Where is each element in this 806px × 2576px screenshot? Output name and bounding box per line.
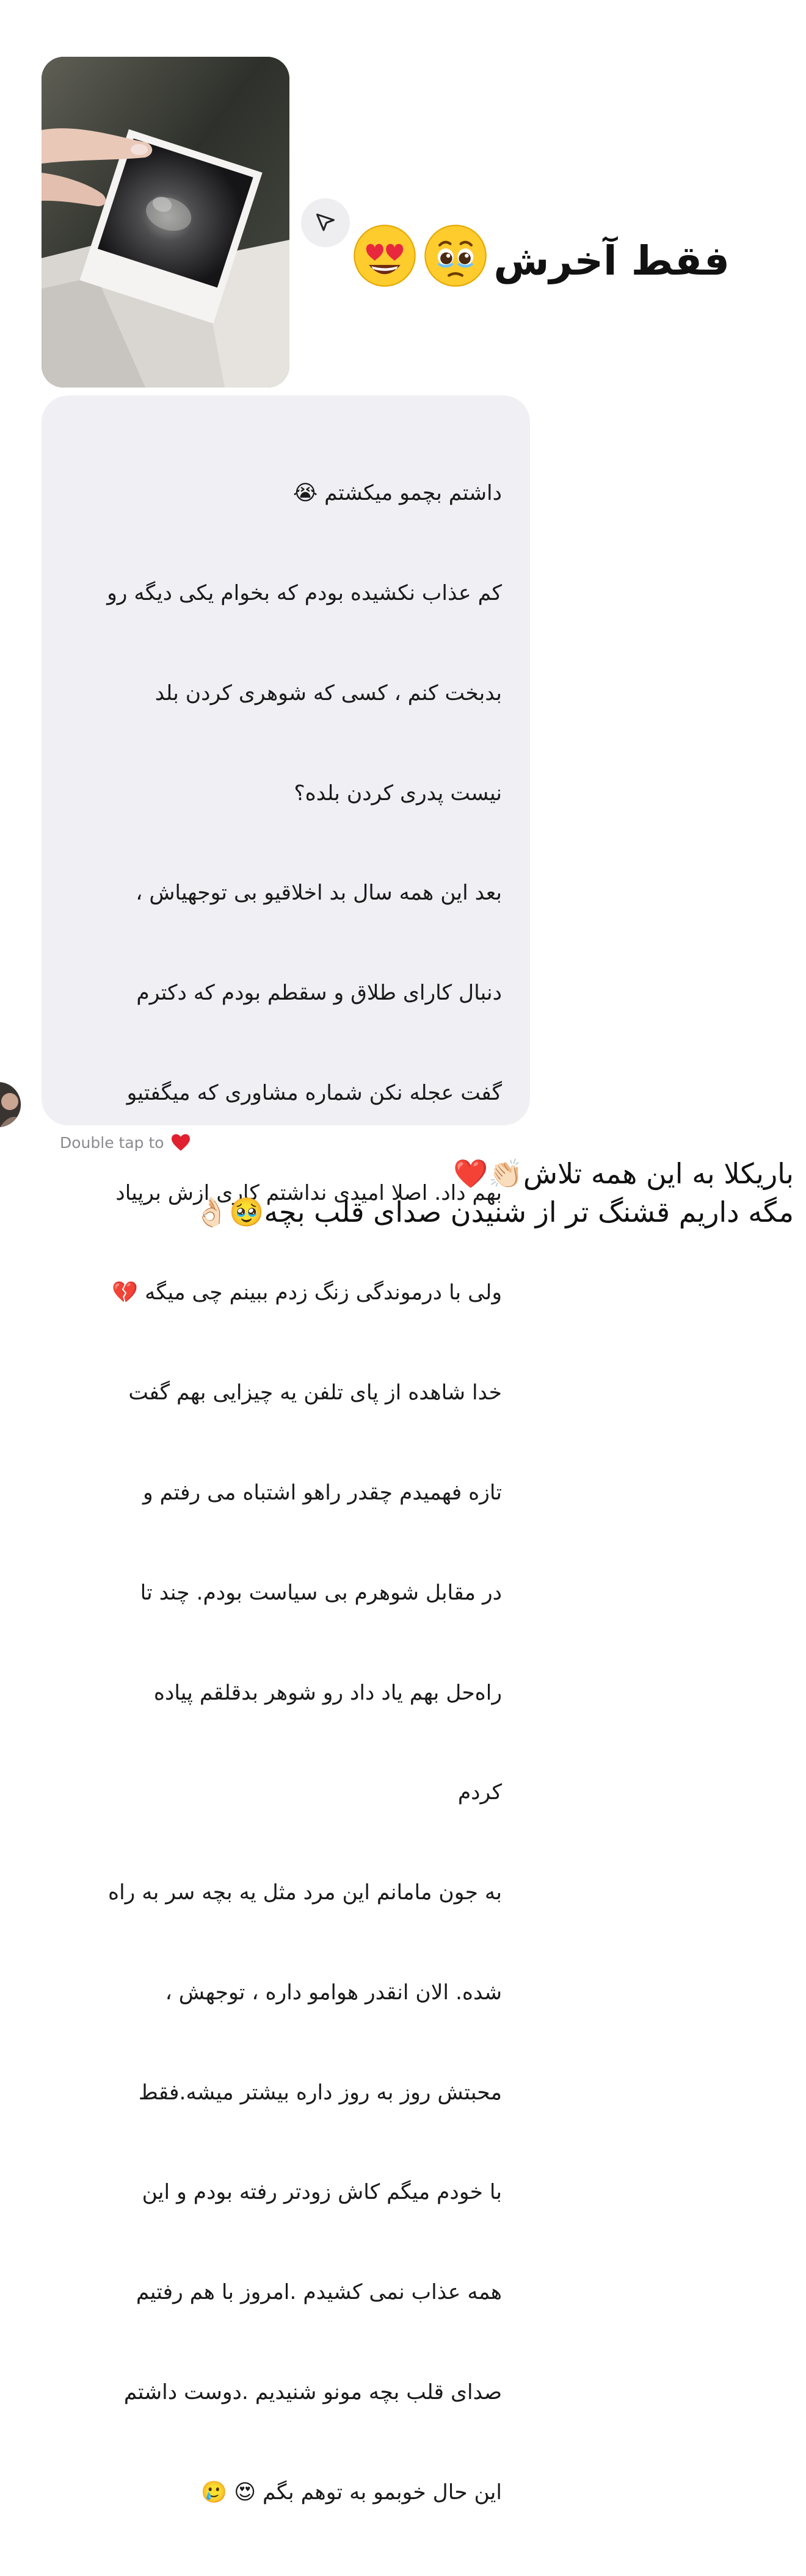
message-line: بدبخت کنم ، کسی که شوهری کردن بلد	[154, 680, 502, 705]
comment-line-2: مگه داریم قشنگ تر از شنیدن صدای قلب بچه🥹…	[194, 1196, 794, 1228]
share-button[interactable]	[301, 198, 350, 247]
message-line: تازه فهمیدم چقدر راهو اشتباه می رفتم و	[143, 1481, 502, 1505]
message-line: این حال خوبمو به توهم بگم 😍 🥲	[201, 2480, 502, 2505]
message-bubble[interactable]: داشتم بچمو میکشتم 😭 کم عذاب نکشیده بودم …	[42, 395, 530, 2505]
headline-text: فقط آخرش	[493, 237, 730, 284]
comment-text: باریکلا به این همه تلاش👏🏻❤️ مگه داریم قش…	[194, 1155, 794, 1232]
message-line: دنبال کارای طلاق و سقطم بودم که دکترم	[136, 981, 502, 1006]
double-tap-label: Double tap to	[60, 1133, 164, 1152]
comment-line-1: باریکلا به این همه تلاش👏🏻❤️	[453, 1157, 794, 1190]
message-line: همه عذاب نمی کشیدم .امروز با هم رفتیم	[136, 2280, 502, 2305]
avatar[interactable]	[0, 1082, 21, 1127]
double-tap-hint: Double tap to	[60, 1133, 191, 1152]
heart-icon[interactable]	[170, 1133, 191, 1152]
story-headline: فقط آخرش	[352, 223, 730, 298]
message-line: صدای قلب بچه مونو شنیدیم .دوست داشتم	[123, 2380, 502, 2405]
message-line: داشتم بچمو میکشتم 😭	[292, 481, 502, 506]
ultrasound-photo	[42, 57, 289, 388]
paper-plane-icon	[316, 214, 335, 231]
message-line: ولی با درموندگی زنگ زدم ببینم چی میگه 💔	[112, 1280, 502, 1305]
heart-eyes-emoji	[352, 223, 418, 298]
message-text: داشتم بچمو میکشتم 😭 کم عذاب نکشیده بودم …	[60, 410, 502, 2576]
message-line: با خودم میگم کاش زودتر رفته بودم و این	[142, 2180, 502, 2205]
message-line: خدا شاهده از پای تلفن یه چیزایی بهم گفت	[128, 1380, 502, 1405]
shared-story-photo[interactable]	[42, 57, 289, 388]
message-line: محبتش روز به روز داره بیشتر میشه.فقط	[138, 2080, 502, 2105]
message-line: به جون مامانم این مرد مثل یه بچه سر به ر…	[108, 1880, 502, 1905]
message-line: کم عذاب نکشیده بودم که بخوام یکی دیگه رو	[107, 580, 502, 605]
message-line: بعد این همه سال بد اخلاقیو بی توجهیاش ،	[136, 881, 502, 906]
avatar-photo	[0, 1082, 21, 1127]
message-line: راه‌حل بهم یاد داد رو شوهر بدقلقم پیاده	[153, 1680, 502, 1705]
message-line: نیست پدری کردن بلده؟	[294, 781, 502, 806]
face-holding-back-tears-emoji	[423, 223, 488, 298]
message-line: شده. الان انقدر هوامو داره ، توجهش ،	[165, 1980, 502, 2005]
message-line: کردم	[457, 1780, 502, 1805]
message-line: گفت عجله نکن شماره مشاوری که میگفتیو	[126, 1080, 502, 1105]
message-line: در مقابل شوهرم بی سیاست بودم. چند تا	[140, 1580, 502, 1605]
